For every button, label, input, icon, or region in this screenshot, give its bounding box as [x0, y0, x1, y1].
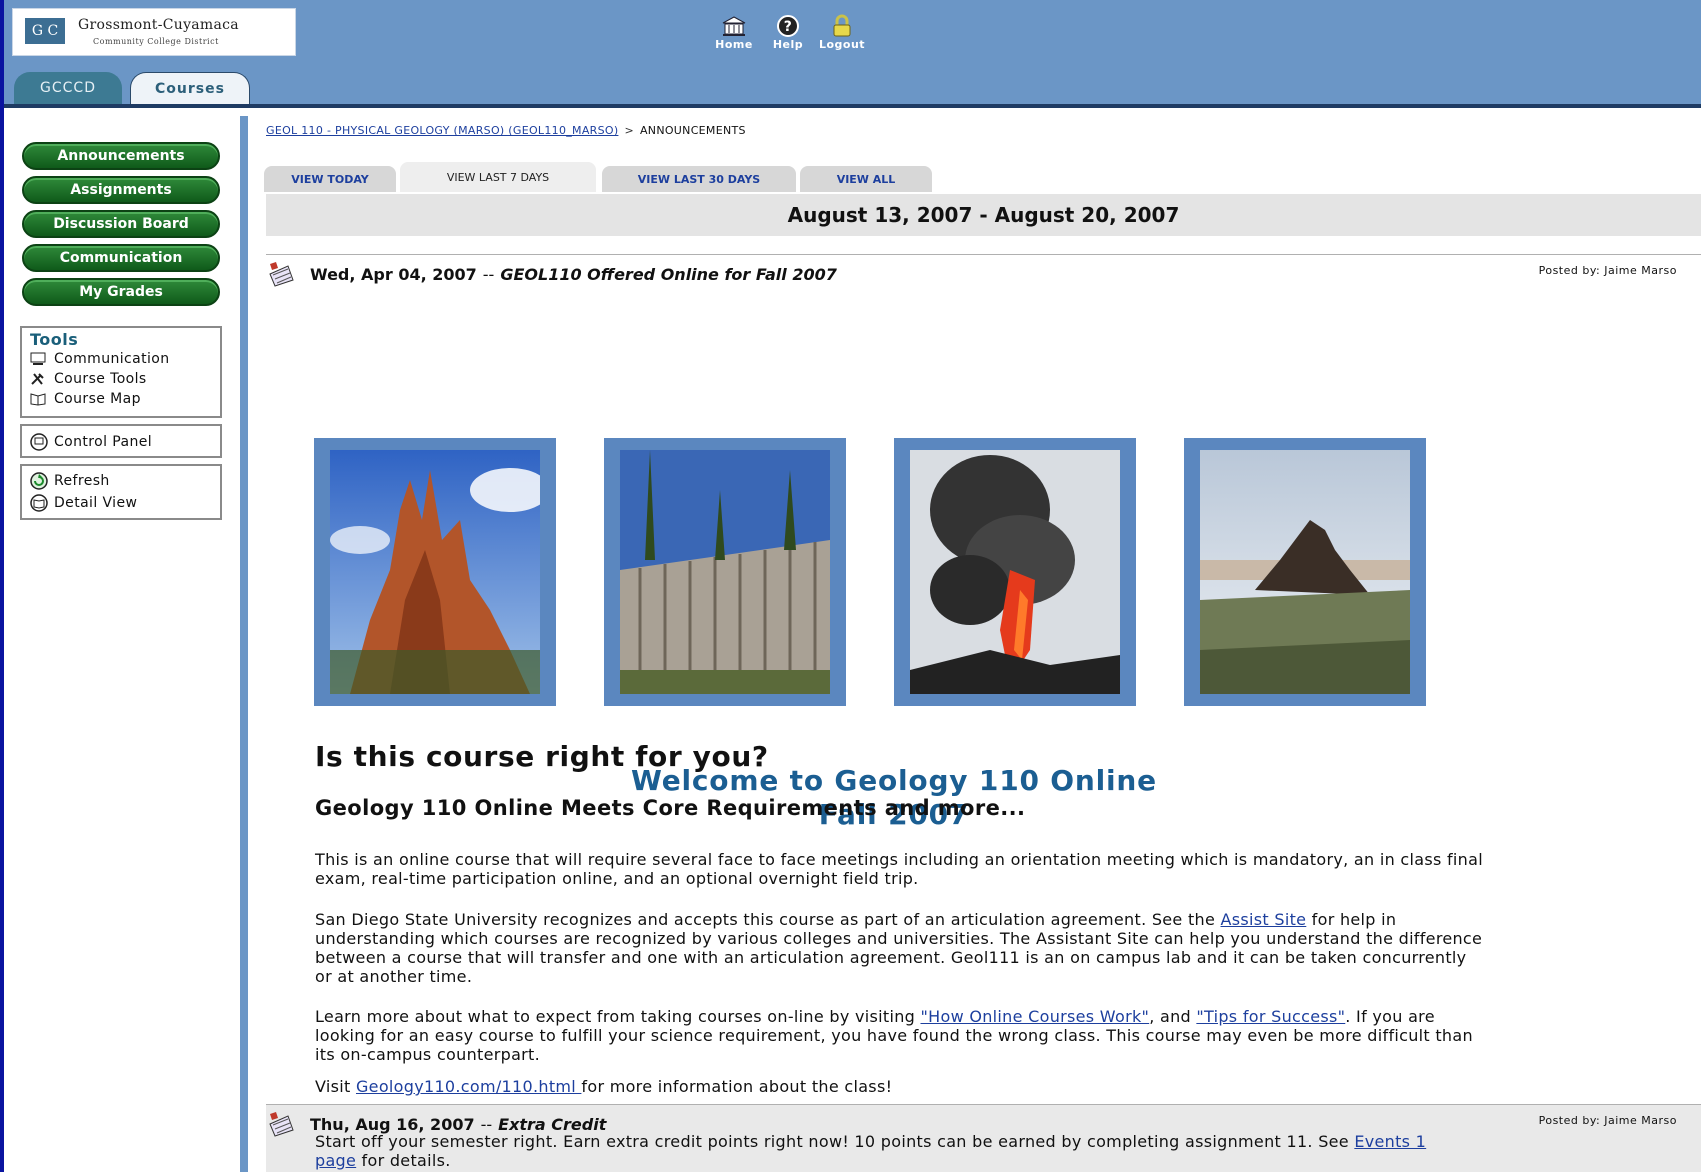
- announcement-extra-credit: Thu, Aug 16, 2007 -- Extra Credit Posted…: [266, 1104, 1701, 1172]
- breadcrumb-current: ANNOUNCEMENTS: [639, 124, 746, 137]
- wrench-icon: [30, 371, 50, 387]
- announcement-title: GEOL110 Offered Online for Fall 2007: [500, 264, 837, 284]
- course-menu: Announcements Assignments Discussion Boa…: [4, 108, 240, 1172]
- announcement-2-date: Thu, Aug 16, 2007: [310, 1114, 475, 1134]
- announcement-2-icon: [266, 1110, 296, 1138]
- control-panel-box: Control Panel: [20, 424, 222, 458]
- p2-text-before: San Diego State University recognizes an…: [315, 910, 1221, 929]
- refresh-label: Refresh: [54, 473, 110, 489]
- breadcrumb-separator: >: [624, 124, 634, 137]
- menu-discussion-board-button[interactable]: Discussion Board: [22, 210, 220, 238]
- top-nav: Home ? Help Logout: [710, 14, 866, 51]
- menu-divider: [240, 116, 248, 1172]
- photo-basalt-columns: [604, 438, 846, 706]
- control-panel-link[interactable]: Control Panel: [22, 432, 220, 452]
- photo-shiprock: [1184, 438, 1426, 706]
- photo-volcano-eruption: [894, 438, 1136, 706]
- tools-title: Tools: [30, 330, 79, 349]
- view-options-box: Refresh Detail View: [20, 464, 222, 520]
- app-window: G C Grossmont-Cuyamaca Community College…: [4, 0, 1701, 1172]
- tool-communication-label: Communication: [54, 351, 170, 367]
- a2-text-after: for details.: [356, 1151, 451, 1170]
- tool-course-tools[interactable]: Course Tools: [22, 369, 220, 389]
- svg-text:?: ?: [784, 19, 793, 35]
- tips-for-success-link[interactable]: "Tips for Success": [1196, 1007, 1345, 1026]
- home-label: Home: [715, 38, 753, 51]
- menu-announcements-button[interactable]: Announcements: [22, 142, 220, 170]
- announcement-posted-by: Posted by: Jaime Marso: [1538, 264, 1677, 277]
- tools-box: Tools Communication Course Tools Course …: [20, 326, 222, 418]
- announcement-2-title: Extra Credit: [498, 1114, 607, 1134]
- announcement-date: Wed, Apr 04, 2007: [310, 264, 477, 284]
- announcement-icon: [266, 260, 296, 288]
- post-divider: [266, 254, 1701, 255]
- paragraph-articulation: San Diego State University recognizes an…: [315, 910, 1485, 986]
- tool-course-map[interactable]: Course Map: [22, 389, 220, 409]
- control-panel-icon: [30, 433, 50, 451]
- logo-subtitle: Community College District: [93, 37, 219, 46]
- top-header: G C Grossmont-Cuyamaca Community College…: [4, 0, 1701, 105]
- lock-icon: [818, 14, 866, 38]
- detail-view-link[interactable]: Detail View: [22, 492, 220, 514]
- p4-text-before: Visit: [315, 1077, 356, 1096]
- help-icon: ?: [764, 14, 812, 38]
- p3-text-mid: , and: [1149, 1007, 1197, 1026]
- tab-view-today[interactable]: VIEW TODAY: [264, 166, 396, 192]
- menu-assignments-button[interactable]: Assignments: [22, 176, 220, 204]
- logo-title: Grossmont-Cuyamaca: [78, 17, 239, 33]
- logo-mark: G C: [25, 18, 65, 44]
- assist-site-link[interactable]: Assist Site: [1221, 910, 1307, 929]
- geology110-link[interactable]: Geology110.com/110.html: [356, 1077, 581, 1096]
- a2-text-before: Start off your semester right. Earn extr…: [315, 1132, 1355, 1151]
- home-link[interactable]: Home: [710, 14, 758, 51]
- logout-link[interactable]: Logout: [818, 14, 866, 51]
- paragraph-visit: Visit Geology110.com/110.html for more i…: [315, 1077, 1485, 1096]
- control-panel-label: Control Panel: [54, 434, 153, 450]
- announcement-2-dash: --: [480, 1114, 493, 1134]
- tool-course-tools-label: Course Tools: [54, 371, 147, 387]
- paragraph-requirements: This is an online course that will requi…: [315, 850, 1483, 888]
- home-icon: [710, 14, 758, 38]
- paragraph-expectations: Learn more about what to expect from tak…: [315, 1007, 1485, 1064]
- menu-communication-button[interactable]: Communication: [22, 244, 220, 272]
- core-requirements-heading: Geology 110 Online Meets Core Requiremen…: [315, 796, 1026, 820]
- tool-communication[interactable]: Communication: [22, 349, 220, 369]
- help-link[interactable]: ? Help: [764, 14, 812, 51]
- tab-view-last-30-days[interactable]: VIEW LAST 30 DAYS: [602, 166, 796, 192]
- logout-label: Logout: [818, 38, 866, 51]
- tool-course-map-label: Course Map: [54, 391, 141, 407]
- header-divider: [4, 104, 1701, 108]
- photo-rock-spire: [314, 438, 556, 706]
- tab-courses[interactable]: Courses: [130, 72, 250, 105]
- breadcrumb: GEOL 110 - PHYSICAL GEOLOGY (MARSO) (GEO…: [266, 124, 746, 137]
- announcement-2-body: Start off your semester right. Earn extr…: [315, 1132, 1445, 1170]
- tab-view-all[interactable]: VIEW ALL: [800, 166, 932, 192]
- detail-view-icon: [30, 494, 50, 512]
- book-icon: [30, 391, 50, 407]
- announcement-dash: --: [482, 264, 495, 284]
- date-range: August 13, 2007 - August 20, 2007: [266, 194, 1701, 236]
- p3-text-before: Learn more about what to expect from tak…: [315, 1007, 921, 1026]
- refresh-icon: [30, 472, 50, 490]
- how-online-courses-work-link[interactable]: "How Online Courses Work": [920, 1007, 1149, 1026]
- tab-gcccd[interactable]: GCCCD: [14, 72, 122, 104]
- computer-icon: [30, 351, 50, 367]
- announcement-2-posted-by: Posted by: Jaime Marso: [1538, 1114, 1677, 1127]
- post-divider-2: [266, 1104, 1701, 1105]
- help-label: Help: [772, 38, 804, 51]
- announcement-header: Wed, Apr 04, 2007 -- GEOL110 Offered Onl…: [266, 260, 1701, 288]
- course-question-heading: Is this course right for you?: [315, 740, 769, 773]
- institution-logo[interactable]: G C Grossmont-Cuyamaca Community College…: [12, 8, 296, 56]
- p4-text-after: for more information about the class!: [581, 1077, 893, 1096]
- tab-view-last-7-days[interactable]: VIEW LAST 7 DAYS: [400, 162, 596, 192]
- detail-view-label: Detail View: [54, 495, 138, 511]
- refresh-link[interactable]: Refresh: [22, 470, 220, 492]
- breadcrumb-course-link[interactable]: GEOL 110 - PHYSICAL GEOLOGY (MARSO) (GEO…: [266, 124, 618, 137]
- menu-my-grades-button[interactable]: My Grades: [22, 278, 220, 306]
